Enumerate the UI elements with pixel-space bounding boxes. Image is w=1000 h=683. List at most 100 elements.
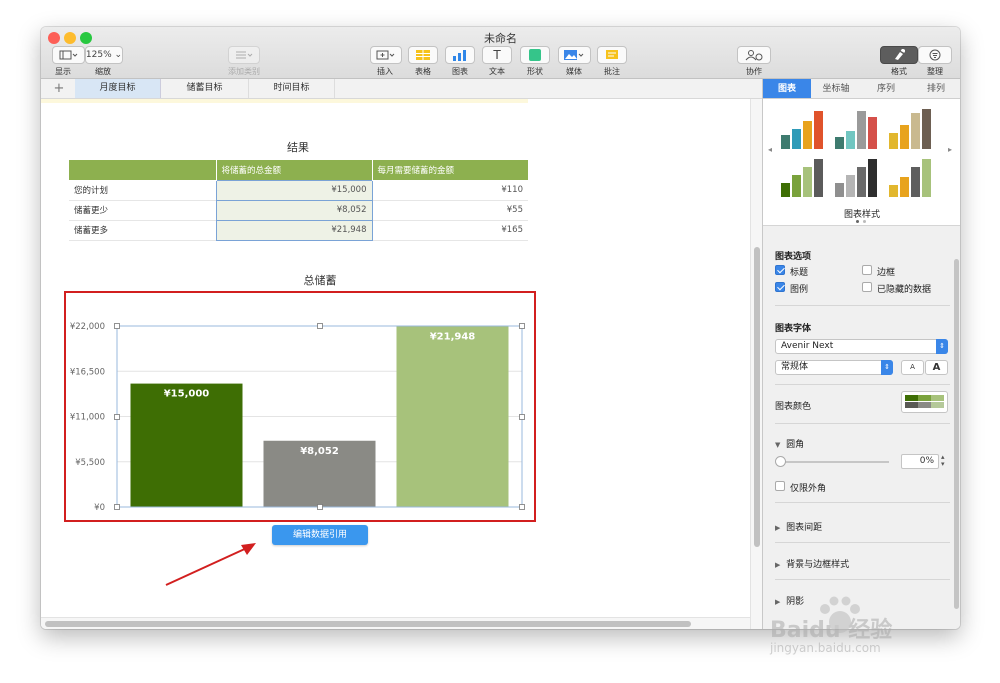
sidebar-scroll-thumb[interactable] [954, 259, 959, 609]
paintbrush-icon [895, 49, 905, 60]
chevron-right-icon[interactable]: ▸ [948, 145, 952, 154]
text-icon: T [493, 48, 501, 62]
scroll-thumb[interactable] [45, 621, 691, 627]
selection-handle[interactable] [317, 504, 323, 510]
rounded-corners-section[interactable]: ▼ 圆角 [775, 437, 804, 450]
selection-handle[interactable] [519, 414, 525, 420]
style-thumb-bar [911, 167, 920, 197]
style-thumb-bar [846, 131, 855, 149]
add-sheet-button[interactable]: + [49, 79, 69, 98]
monthly-cell[interactable]: ¥110 [372, 180, 528, 200]
style-thumb-bar [922, 109, 931, 149]
tab-arrange[interactable]: 排列 [911, 79, 960, 99]
increase-font-button[interactable]: A [925, 360, 948, 375]
shape-button[interactable] [520, 46, 550, 64]
list-icon [236, 51, 253, 59]
stepper-icon[interactable]: ▴ ▾ [941, 454, 949, 469]
chevron-left-icon[interactable]: ◂ [768, 145, 772, 154]
bar-3[interactable] [396, 326, 509, 507]
border-option-label: 边框 [877, 268, 896, 278]
table-header-cell: 每月需要储蓄的金额 [377, 166, 455, 176]
font-style-value: 常规体 [781, 362, 809, 372]
selection-handle[interactable] [114, 504, 120, 510]
red-arrow-annotation [165, 543, 256, 586]
vertical-scrollbar[interactable] [750, 99, 762, 629]
chevron-down-icon: ⌄ [114, 50, 123, 60]
font-style-select[interactable]: 常规体 ⇕ [775, 360, 893, 375]
font-family-value: Avenir Next [781, 341, 834, 351]
corner-radius-input[interactable]: 0% [901, 454, 939, 469]
style-thumb-bar [900, 125, 909, 149]
style-thumb-bar [803, 121, 812, 149]
tab-series[interactable]: 序列 [861, 79, 911, 99]
chart-spacing-section[interactable]: ▶ 图表间距 [775, 520, 822, 533]
zoom-value: 125% [85, 50, 112, 60]
monthly-cell[interactable]: ¥55 [372, 200, 528, 220]
view-button[interactable] [52, 46, 85, 64]
page-dot[interactable] [863, 220, 866, 223]
chart-style-thumbnails[interactable] [777, 107, 947, 207]
collaborate-button[interactable] [737, 46, 771, 64]
title-checkbox[interactable] [775, 265, 785, 275]
selection-handle[interactable] [519, 323, 525, 329]
total-cell[interactable]: ¥15,000 [215, 179, 373, 201]
add-category-button[interactable] [228, 46, 260, 64]
chart-colors-button[interactable] [901, 391, 948, 413]
organize-button[interactable] [918, 46, 952, 64]
media-label: 媒体 [566, 67, 582, 76]
color-swatch-grid [905, 395, 944, 408]
disclosure-open-icon: ▼ [775, 441, 781, 449]
chevron-updown-icon: ⇕ [881, 360, 893, 375]
tab-time-goal[interactable]: 时间目标 [249, 79, 335, 98]
edit-data-references-button[interactable]: 编辑数据引用 [272, 525, 368, 545]
format-button[interactable] [880, 46, 918, 64]
chart-label: 图表 [452, 67, 468, 76]
comment-label: 批注 [604, 67, 620, 76]
total-cell[interactable]: ¥8,052 [215, 199, 373, 221]
outer-corners-only-checkbox[interactable] [775, 481, 785, 491]
table-header-cell: 将储蓄的总金额 [216, 160, 373, 180]
bar-1[interactable] [130, 383, 243, 507]
horizontal-scrollbar[interactable] [41, 617, 750, 629]
hidden-data-checkbox[interactable] [862, 282, 872, 292]
tab-axis[interactable]: 坐标轴 [811, 79, 861, 99]
legend-checkbox[interactable] [775, 282, 785, 292]
selection-handle[interactable] [114, 414, 120, 420]
style-thumb-bar [781, 183, 790, 197]
insert-label: 插入 [377, 67, 393, 76]
tab-savings-goal[interactable]: 储蓄目标 [161, 79, 249, 98]
media-button[interactable] [558, 46, 591, 64]
selection-handle[interactable] [114, 323, 120, 329]
disclosure-closed-icon: ▶ [775, 598, 781, 606]
format-sidebar: 图表 坐标轴 序列 排列 ◂ ▸ 图表样式 图表选项 标题 边框 图例 已隐藏的… [762, 79, 960, 629]
corner-radius-slider[interactable] [779, 461, 889, 463]
shadow-section[interactable]: ▶ 阴影 [775, 594, 804, 607]
style-thumb-bar [781, 135, 790, 149]
border-checkbox[interactable] [862, 265, 872, 275]
font-family-select[interactable]: Avenir Next ⇕ [775, 339, 948, 354]
scroll-thumb[interactable] [754, 247, 760, 547]
monthly-cell[interactable]: ¥165 [372, 220, 528, 240]
table-button[interactable] [408, 46, 438, 64]
page-dot[interactable] [856, 220, 859, 223]
shape-label: 形状 [527, 67, 543, 76]
background-border-section[interactable]: ▶ 背景与边框样式 [775, 557, 849, 570]
style-thumb-bar [835, 137, 844, 149]
style-thumb-bar [792, 129, 801, 149]
chart-button[interactable] [445, 46, 475, 64]
savings-chart[interactable]: 总储蓄 ¥0 ¥5,500 ¥11,000 ¥16,500 ¥22,000 ¥15,00… [41, 257, 541, 522]
tab-chart[interactable]: 图表 [763, 79, 811, 99]
selection-handle[interactable] [317, 323, 323, 329]
insert-button[interactable] [370, 46, 402, 64]
style-thumb-bar [889, 133, 898, 149]
decrease-font-button[interactable]: A [901, 360, 924, 375]
comment-button[interactable] [597, 46, 627, 64]
tab-monthly-goal[interactable]: 月度目标 [75, 79, 161, 98]
zoom-select[interactable]: 125% ⌄ [85, 46, 123, 64]
selection-handle[interactable] [519, 504, 525, 510]
disclosure-closed-icon: ▶ [775, 561, 781, 569]
slider-handle[interactable] [775, 456, 786, 467]
text-button[interactable]: T [482, 46, 512, 64]
total-cell[interactable]: ¥21,948 [215, 219, 373, 241]
divider [775, 384, 950, 385]
